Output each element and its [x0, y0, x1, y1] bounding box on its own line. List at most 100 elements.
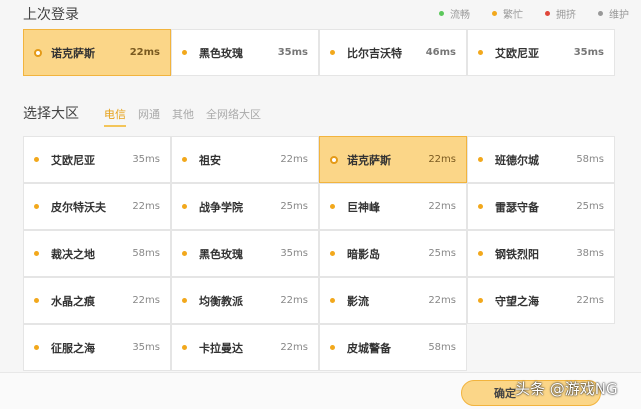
status-dot-icon: [598, 11, 603, 16]
status-dot-icon: [330, 50, 335, 55]
status-dot-icon: [182, 298, 187, 303]
selected-radio-icon: [330, 155, 338, 164]
status-dot-icon: [330, 345, 335, 350]
server-ping: 35ms: [280, 248, 308, 259]
server-ping: 35ms: [573, 47, 604, 58]
tab-all-network[interactable]: 全网络大区: [206, 106, 261, 127]
server-ping: 58ms: [576, 154, 604, 165]
server-ping: 22ms: [129, 47, 160, 58]
status-dot-icon: [182, 204, 187, 209]
legend-item-busy: 繁忙: [492, 6, 523, 21]
server-ping: 58ms: [132, 248, 160, 259]
server-ping: 22ms: [428, 201, 456, 212]
status-dot-icon: [34, 298, 39, 303]
region-tabs: 电信 网通 其他 全网络大区: [104, 106, 261, 127]
selected-radio-icon: [34, 48, 42, 57]
server-cell[interactable]: 水晶之痕 22ms: [23, 277, 171, 324]
server-cell[interactable]: 祖安 22ms: [171, 136, 319, 183]
server-cell[interactable]: 班德尔城 58ms: [467, 136, 615, 183]
server-name: 诺克萨斯: [347, 153, 391, 167]
status-dot-icon: [330, 204, 335, 209]
server-name: 艾欧尼亚: [495, 46, 539, 60]
status-dot-icon: [34, 345, 39, 350]
status-legend: 流畅 繁忙 拥挤 维护: [439, 6, 629, 21]
status-dot-icon: [182, 157, 187, 162]
server-ping: 22ms: [132, 295, 160, 306]
server-ping: 22ms: [280, 154, 308, 165]
server-ping: 25ms: [576, 201, 604, 212]
server-name: 诺克萨斯: [51, 46, 95, 60]
server-name: 祖安: [199, 153, 221, 167]
status-dot-icon: [34, 204, 39, 209]
watermark: 头条 @游戏NG: [515, 380, 618, 398]
server-ping: 46ms: [425, 47, 456, 58]
select-region-title: 选择大区: [23, 106, 79, 122]
server-cell[interactable]: 艾欧尼亚 35ms: [467, 29, 615, 76]
server-ping: 25ms: [280, 201, 308, 212]
status-dot-icon: [34, 157, 39, 162]
server-ping: 58ms: [428, 342, 456, 353]
status-dot-icon: [182, 345, 187, 350]
server-cell[interactable]: 守望之海 22ms: [467, 277, 615, 324]
server-cell[interactable]: 卡拉曼达 22ms: [171, 324, 319, 371]
legend-item-smooth: 流畅: [439, 6, 470, 21]
status-dot-icon: [478, 157, 483, 162]
server-cell[interactable]: 雷瑟守备 25ms: [467, 183, 615, 230]
status-dot-icon: [34, 251, 39, 256]
server-name: 战争学院: [199, 200, 243, 214]
status-dot-icon: [182, 251, 187, 256]
server-name: 黑色玫瑰: [199, 247, 243, 261]
server-cell[interactable]: 裁决之地 58ms: [23, 230, 171, 277]
server-ping: 35ms: [132, 342, 160, 353]
server-cell[interactable]: 钢铁烈阳 38ms: [467, 230, 615, 277]
server-cell[interactable]: 皮城警备 58ms: [319, 324, 467, 371]
legend-item-maintenance: 维护: [598, 6, 629, 21]
server-cell[interactable]: 艾欧尼亚 35ms: [23, 136, 171, 183]
status-dot-icon: [545, 11, 550, 16]
status-dot-icon: [330, 251, 335, 256]
server-name: 水晶之痕: [51, 294, 95, 308]
status-dot-icon: [182, 50, 187, 55]
server-name: 黑色玫瑰: [199, 46, 243, 60]
server-name: 征服之海: [51, 341, 95, 355]
server-cell[interactable]: 巨神峰 22ms: [319, 183, 467, 230]
tab-telecom[interactable]: 电信: [104, 106, 126, 127]
server-cell[interactable]: 诺克萨斯 22ms: [319, 136, 467, 183]
server-cell[interactable]: 比尔吉沃特 46ms: [319, 29, 467, 76]
server-cell[interactable]: 征服之海 35ms: [23, 324, 171, 371]
server-name: 班德尔城: [495, 153, 539, 167]
status-dot-icon: [478, 298, 483, 303]
server-ping: 35ms: [132, 154, 160, 165]
server-name: 卡拉曼达: [199, 341, 243, 355]
status-dot-icon: [478, 251, 483, 256]
server-cell[interactable]: 黑色玫瑰 35ms: [171, 29, 319, 76]
status-dot-icon: [478, 204, 483, 209]
server-cell[interactable]: 战争学院 25ms: [171, 183, 319, 230]
server-ping: 25ms: [428, 248, 456, 259]
tab-other[interactable]: 其他: [172, 106, 194, 127]
server-ping: 22ms: [280, 342, 308, 353]
server-ping: 22ms: [280, 295, 308, 306]
server-ping: 22ms: [428, 295, 456, 306]
server-name: 雷瑟守备: [495, 200, 539, 214]
server-name: 均衡教派: [199, 294, 243, 308]
server-name: 影流: [347, 294, 369, 308]
server-ping: 22ms: [132, 201, 160, 212]
status-dot-icon: [330, 298, 335, 303]
server-name: 守望之海: [495, 294, 539, 308]
status-dot-icon: [492, 11, 497, 16]
server-cell[interactable]: 皮尔特沃夫 22ms: [23, 183, 171, 230]
server-cell[interactable]: 诺克萨斯 22ms: [23, 29, 171, 76]
server-ping: 35ms: [277, 47, 308, 58]
legend-item-crowded: 拥挤: [545, 6, 576, 21]
server-name: 巨神峰: [347, 200, 380, 214]
recent-server-grid: 诺克萨斯 22ms 黑色玫瑰 35ms 比尔吉沃特 46ms 艾欧尼亚 35ms: [23, 29, 615, 76]
server-cell[interactable]: 均衡教派 22ms: [171, 277, 319, 324]
server-name: 皮尔特沃夫: [51, 200, 106, 214]
server-name: 比尔吉沃特: [347, 46, 402, 60]
tab-netcom[interactable]: 网通: [138, 106, 160, 127]
server-cell[interactable]: 黑色玫瑰 35ms: [171, 230, 319, 277]
server-cell[interactable]: 暗影岛 25ms: [319, 230, 467, 277]
server-cell[interactable]: 影流 22ms: [319, 277, 467, 324]
region-server-grid: 艾欧尼亚 35ms 祖安 22ms 诺克萨斯 22ms 班德尔城 58ms 皮尔特沃夫 22ms 战…: [23, 136, 615, 371]
